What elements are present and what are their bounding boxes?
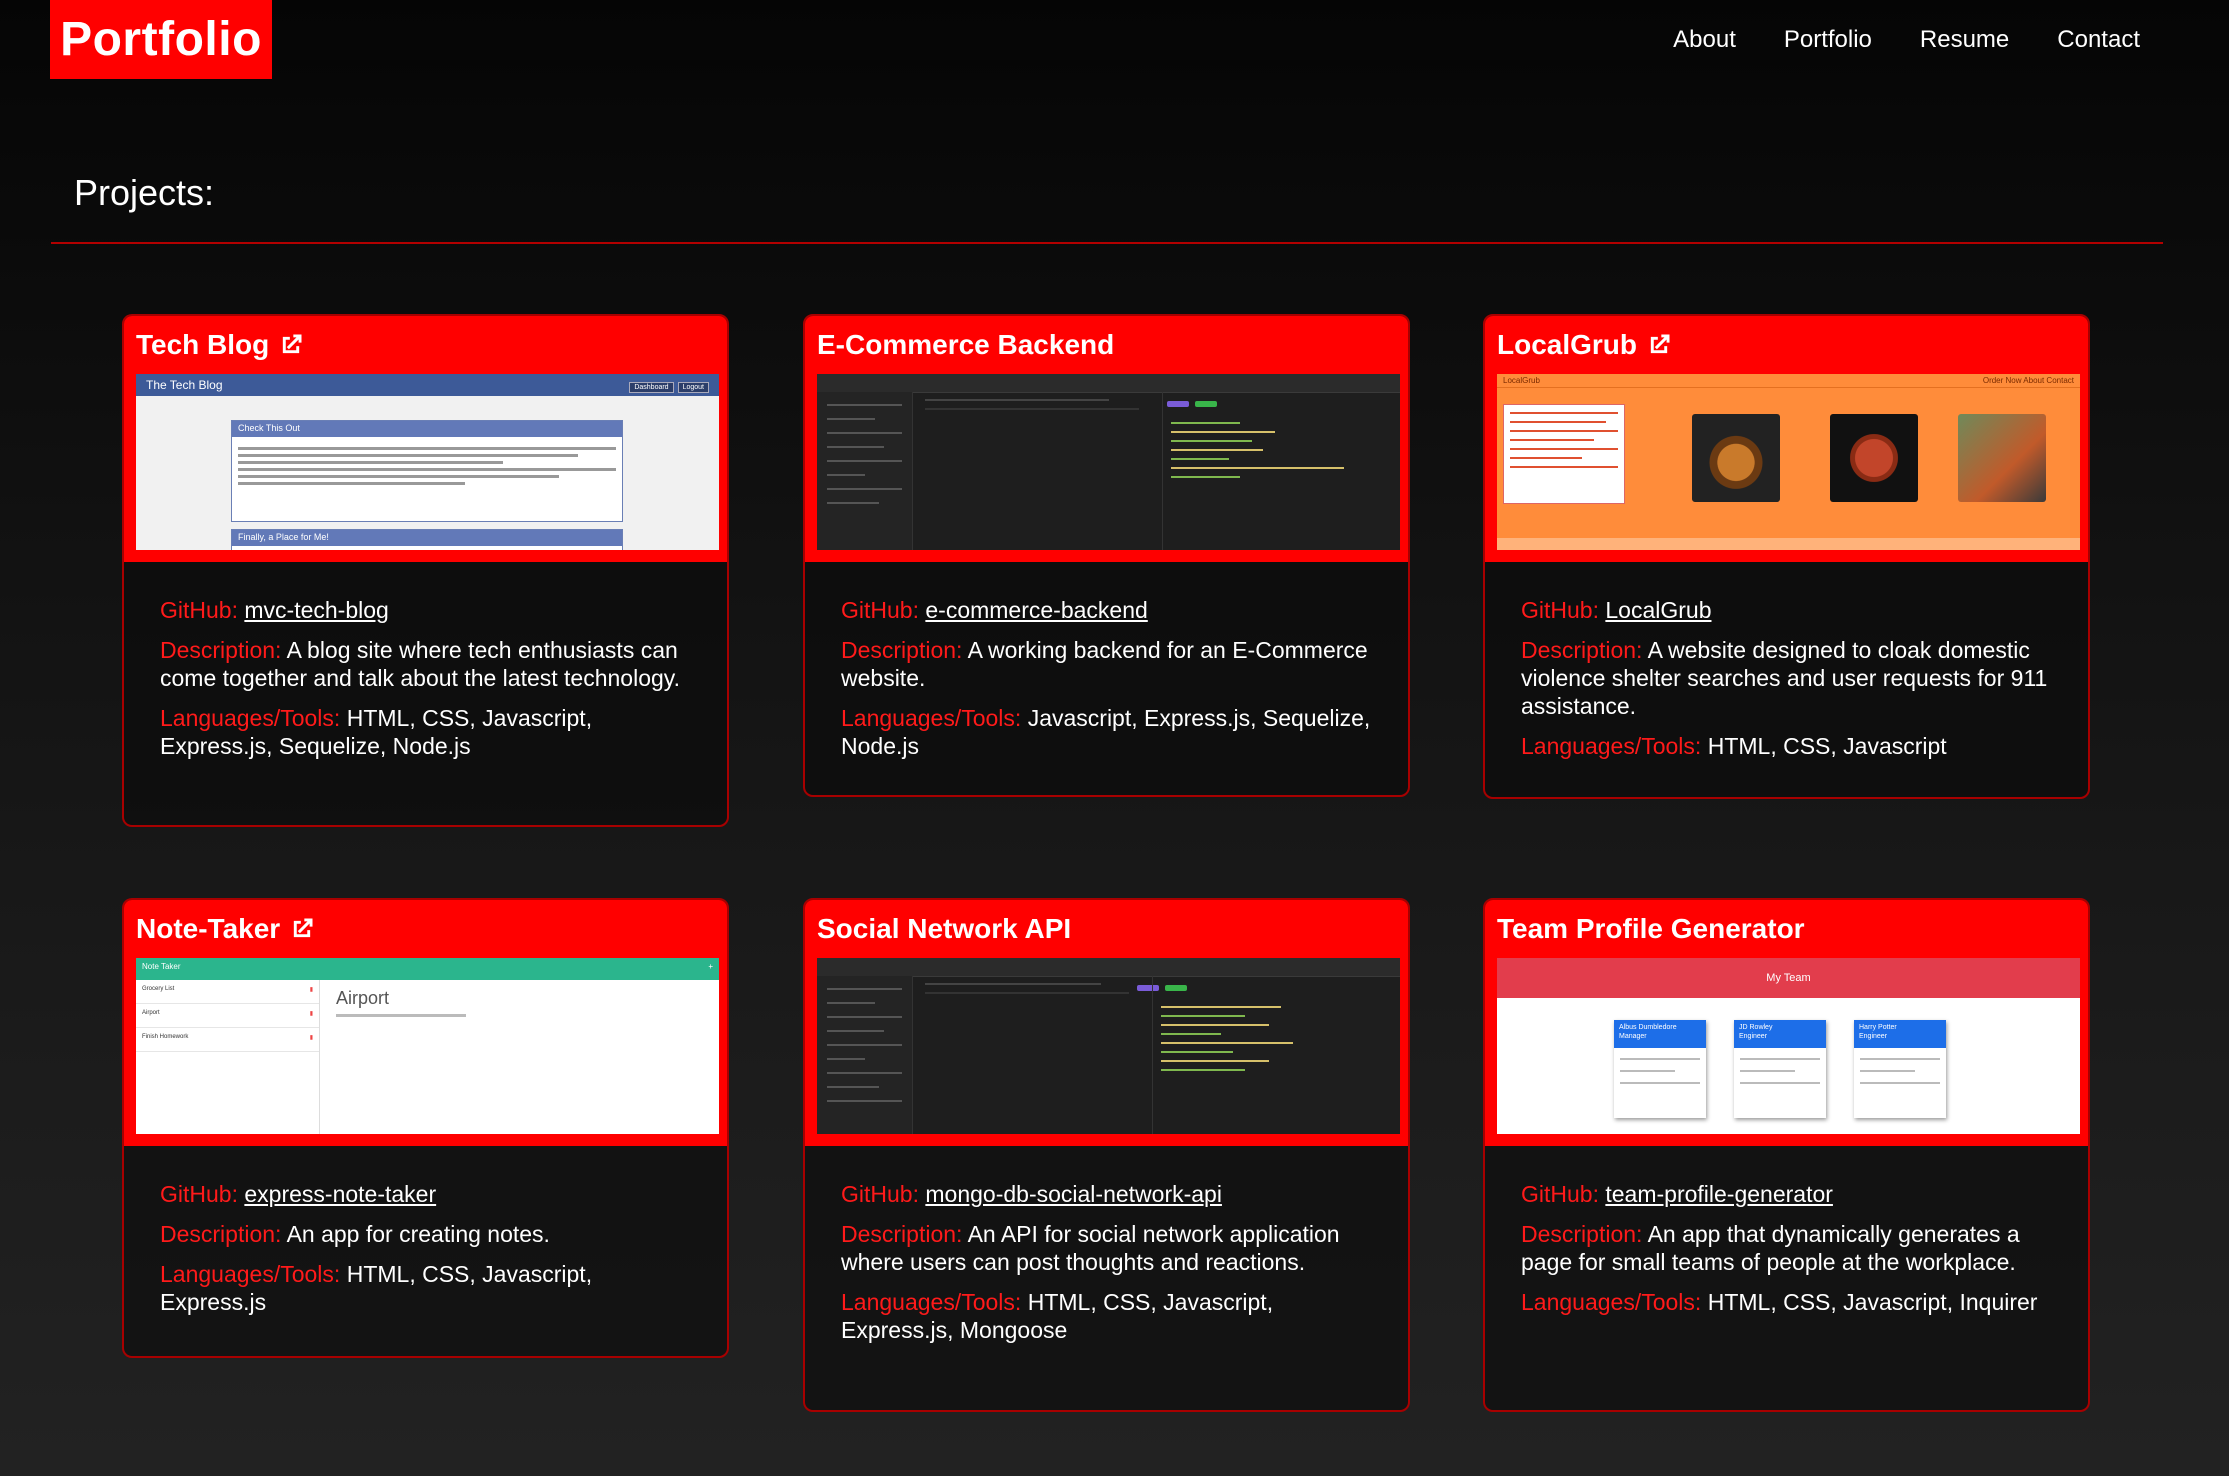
github-label: GitHub: <box>1521 1181 1599 1207</box>
card-body: GitHub: mongo-db-social-network-api Desc… <box>805 1146 1408 1390</box>
card-body: GitHub: express-note-taker Description: … <box>124 1146 727 1356</box>
description-label: Description: <box>1521 1221 1643 1247</box>
project-title[interactable]: E-Commerce Backend <box>817 329 1114 361</box>
description-label: Description: <box>1521 637 1643 663</box>
nav-contact[interactable]: Contact <box>2057 22 2140 58</box>
languages-label: Languages/Tools: <box>160 1261 341 1287</box>
nav-about[interactable]: About <box>1673 22 1736 58</box>
languages-label: Languages/Tools: <box>841 1289 1022 1315</box>
description-label: Description: <box>160 637 282 663</box>
card-body: GitHub: team-profile-generator Descripti… <box>1485 1146 2088 1362</box>
languages-label: Languages/Tools: <box>1521 733 1702 759</box>
external-link-icon[interactable] <box>1645 331 1673 359</box>
project-card-note-taker: Note-Taker Note Taker + Grocery List ▮ Air… <box>122 898 729 1358</box>
card-header: Social Network API <box>805 900 1408 1146</box>
external-link-icon[interactable] <box>277 331 305 359</box>
section-divider <box>51 242 2163 244</box>
project-card-localgrub: LocalGrub LocalGrub Order Now About Conta… <box>1483 314 2090 799</box>
project-screenshot[interactable] <box>817 374 1400 550</box>
project-card-social-network: Social Network API GitHub: mongo-db-soci… <box>803 898 1410 1412</box>
project-card-ecommerce: E-Commerce Backend GitHub: e-commerce-ba… <box>803 314 1410 797</box>
nav-portfolio[interactable]: Portfolio <box>1784 22 1872 58</box>
project-card-team-profile: Team Profile Generator My Team Albus Dum… <box>1483 898 2090 1412</box>
github-label: GitHub: <box>841 1181 919 1207</box>
card-header: Team Profile Generator My Team Albus Dum… <box>1485 900 2088 1146</box>
github-label: GitHub: <box>841 597 919 623</box>
github-label: GitHub: <box>1521 597 1599 623</box>
project-screenshot[interactable]: Note Taker + Grocery List ▮ Airport ▮ Finis… <box>136 958 719 1134</box>
section-title: Projects: <box>74 172 215 213</box>
description-label: Description: <box>841 637 963 663</box>
github-link[interactable]: mongo-db-social-network-api <box>925 1181 1222 1207</box>
github-link[interactable]: LocalGrub <box>1605 597 1711 623</box>
github-label: GitHub: <box>160 597 238 623</box>
github-link[interactable]: mvc-tech-blog <box>244 597 388 623</box>
external-link-icon[interactable] <box>288 915 316 943</box>
nav-resume[interactable]: Resume <box>1920 22 2009 58</box>
languages-label: Languages/Tools: <box>841 705 1022 731</box>
description-label: Description: <box>841 1221 963 1247</box>
card-header: Tech Blog The Tech Blog Dashboard Logout … <box>124 316 727 562</box>
card-header: Note-Taker Note Taker + Grocery List ▮ Air… <box>124 900 727 1146</box>
mock-app-header: The Tech Blog Dashboard Logout <box>136 374 719 396</box>
project-screenshot[interactable]: My Team Albus Dumbledore Manager JD Rowle… <box>1497 958 2080 1134</box>
card-body: GitHub: mvc-tech-blog Description: A blo… <box>124 562 727 806</box>
mock-post: Finally, a Place for Me! <box>231 529 623 550</box>
github-link[interactable]: e-commerce-backend <box>925 597 1147 623</box>
project-screenshot[interactable]: The Tech Blog Dashboard Logout Check This… <box>136 374 719 550</box>
card-body: GitHub: e-commerce-backend Description: … <box>805 562 1408 795</box>
card-header: E-Commerce Backend <box>805 316 1408 562</box>
project-title[interactable]: Team Profile Generator <box>1497 913 1805 945</box>
languages-label: Languages/Tools: <box>160 705 341 731</box>
mock-post: Check This Out <box>231 420 623 522</box>
project-card-tech-blog: Tech Blog The Tech Blog Dashboard Logout … <box>122 314 729 827</box>
languages-text: HTML, CSS, Javascript <box>1707 733 1947 759</box>
project-screenshot[interactable] <box>817 958 1400 1134</box>
github-link[interactable]: express-note-taker <box>244 1181 436 1207</box>
github-link[interactable]: team-profile-generator <box>1605 1181 1833 1207</box>
project-title[interactable]: Note-Taker <box>136 913 280 945</box>
description-label: Description: <box>160 1221 282 1247</box>
project-title[interactable]: Tech Blog <box>136 329 269 361</box>
project-title[interactable]: LocalGrub <box>1497 329 1637 361</box>
project-title[interactable]: Social Network API <box>817 913 1071 945</box>
project-screenshot[interactable]: LocalGrub Order Now About Contact <box>1497 374 2080 550</box>
description-text: An app for creating notes. <box>286 1221 550 1247</box>
main-nav: About Portfolio Resume Contact <box>1673 22 2140 58</box>
card-header: LocalGrub LocalGrub Order Now About Conta… <box>1485 316 2088 562</box>
github-label: GitHub: <box>160 1181 238 1207</box>
brand-logo[interactable]: Portfolio <box>50 0 272 79</box>
languages-text: HTML, CSS, Javascript, Inquirer <box>1707 1289 2038 1315</box>
languages-label: Languages/Tools: <box>1521 1289 1702 1315</box>
card-body: GitHub: LocalGrub Description: A website… <box>1485 562 2088 797</box>
